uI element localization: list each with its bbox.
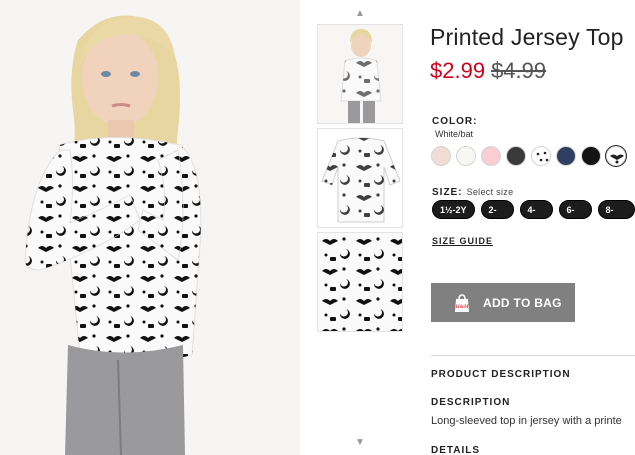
original-price: $4.99	[491, 58, 547, 83]
product-info-panel: Printed Jersey Top $2.99 $4.99 COLOR: Whi…	[430, 0, 635, 455]
thumbnail-gallery: ▲ ▼	[315, 0, 405, 455]
description-text: Long-sleeved top in jersey with a printe	[431, 415, 622, 427]
swatch-pink[interactable]	[481, 146, 501, 166]
size-hint: Select size	[466, 187, 514, 197]
size-guide-link[interactable]: SIZE GUIDE	[432, 236, 493, 246]
details-heading: DETAILS	[431, 445, 481, 455]
swatch-light-pink[interactable]	[431, 146, 451, 166]
size-option[interactable]: 4-6Y	[519, 200, 553, 234]
selected-color-name: White/bat	[435, 129, 474, 139]
thumbnail-print-detail[interactable]	[317, 232, 403, 332]
description-heading: DESCRIPTION	[431, 397, 511, 408]
color-label: COLOR:	[432, 116, 478, 127]
product-description-heading[interactable]: PRODUCT DESCRIPTION	[431, 369, 571, 380]
size-option[interactable]: 8-10Y	[597, 200, 635, 234]
chevron-up-icon[interactable]: ▲	[315, 8, 405, 20]
size-option[interactable]: 6-8Y	[558, 200, 592, 234]
bag-logo-text: H&M	[455, 304, 469, 310]
swatch-black[interactable]	[581, 146, 601, 166]
size-row: SIZE: Select size	[432, 182, 513, 200]
thumbnail-model[interactable]	[317, 24, 403, 124]
chevron-down-icon[interactable]: ▼	[315, 437, 405, 449]
size-options: 1½-2Y 2-4Y 4-6Y 6-8Y 8-10Y	[432, 200, 635, 234]
swatch-white-bat[interactable]	[606, 146, 626, 166]
product-title: Printed Jersey Top	[430, 24, 624, 50]
main-product-image[interactable]	[0, 0, 300, 455]
swatch-dark-grey[interactable]	[506, 146, 526, 166]
color-swatches	[431, 146, 626, 166]
size-option[interactable]: 1½-2Y	[432, 200, 475, 219]
swatch-navy[interactable]	[556, 146, 576, 166]
thumbnail-flat-front[interactable]	[317, 128, 403, 228]
swatch-white-dots[interactable]	[531, 146, 551, 166]
add-to-bag-button[interactable]: H&M ADD TO BAG	[431, 283, 575, 322]
swatch-white[interactable]	[456, 146, 476, 166]
shopping-bag-icon: H&M	[455, 293, 469, 312]
divider	[431, 355, 635, 356]
price-block: $2.99 $4.99	[430, 58, 546, 84]
sale-price: $2.99	[430, 58, 486, 83]
size-option[interactable]: 2-4Y	[480, 200, 514, 234]
add-to-bag-label: ADD TO BAG	[483, 295, 562, 310]
size-label: SIZE:	[432, 187, 463, 198]
